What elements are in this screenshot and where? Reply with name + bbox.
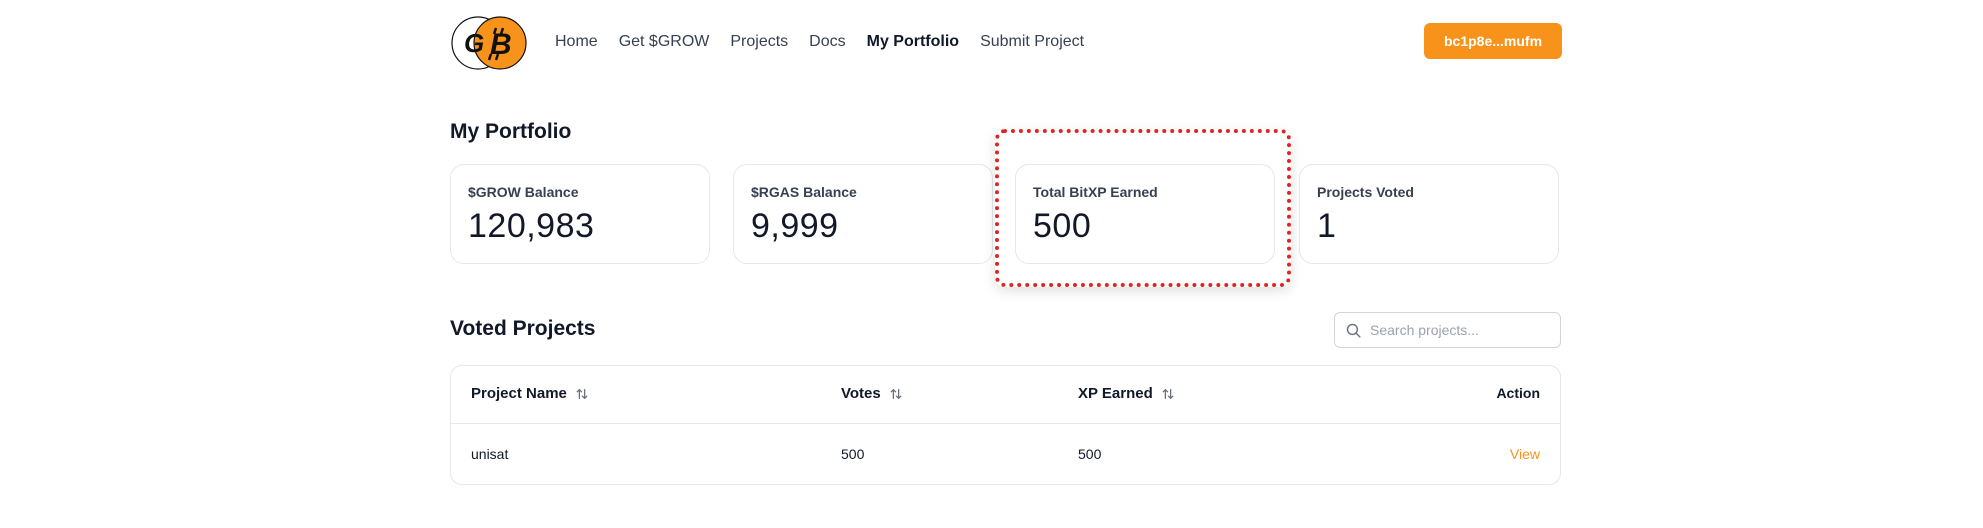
sort-icon[interactable]	[1161, 387, 1175, 401]
nav-my-portfolio[interactable]: My Portfolio	[867, 30, 959, 54]
sort-icon[interactable]	[575, 387, 589, 401]
nav-get-grow[interactable]: Get $GROW	[619, 30, 710, 54]
sort-icon[interactable]	[889, 387, 903, 401]
svg-text:G: G	[464, 28, 484, 58]
wallet-button[interactable]: bc1p8e...mufm	[1424, 23, 1562, 59]
cell-xp-earned: 500	[1078, 446, 1102, 462]
nav-submit-project[interactable]: Submit Project	[980, 30, 1084, 54]
card-value: 1	[1317, 207, 1337, 245]
column-label: XP Earned	[1078, 385, 1153, 402]
search-box[interactable]	[1334, 312, 1561, 348]
nav-projects[interactable]: Projects	[730, 30, 788, 54]
voted-projects-title: Voted Projects	[450, 317, 596, 340]
grow-balance-card: $GROW Balance 120,983	[450, 164, 710, 264]
highlight-box	[995, 129, 1291, 287]
rgas-balance-card: $RGAS Balance 9,999	[733, 164, 993, 264]
portfolio-title: My Portfolio	[450, 120, 572, 143]
column-label: Project Name	[471, 385, 567, 402]
main-nav: Home Get $GROW Projects Docs My Portfoli…	[555, 30, 1105, 54]
projects-voted-card: Projects Voted 1	[1299, 164, 1559, 264]
logo-icon[interactable]: G B	[450, 14, 536, 72]
table-row: unisat 500 500 View	[451, 424, 1560, 484]
card-label: $RGAS Balance	[751, 184, 857, 200]
page: G B Home Get $GROW Projects Docs My Port…	[0, 0, 1983, 528]
search-icon	[1346, 323, 1361, 338]
search-input[interactable]	[1370, 322, 1550, 338]
nav-docs[interactable]: Docs	[809, 30, 845, 54]
voted-projects-table: Project Name Votes XP Earned Action unis…	[450, 365, 1561, 485]
column-votes[interactable]: Votes	[841, 385, 903, 402]
cell-votes: 500	[841, 446, 865, 462]
column-action: Action	[1496, 385, 1540, 401]
column-xp-earned[interactable]: XP Earned	[1078, 385, 1175, 402]
nav-home[interactable]: Home	[555, 30, 598, 54]
card-value: 120,983	[468, 207, 595, 245]
cell-project-name: unisat	[471, 446, 509, 462]
table-header: Project Name Votes XP Earned Action	[451, 366, 1560, 424]
column-label: Votes	[841, 385, 881, 402]
card-value: 9,999	[751, 207, 839, 245]
view-link[interactable]: View	[1510, 446, 1540, 462]
column-project-name[interactable]: Project Name	[471, 385, 589, 402]
card-label: Projects Voted	[1317, 184, 1414, 200]
card-label: $GROW Balance	[468, 184, 579, 200]
